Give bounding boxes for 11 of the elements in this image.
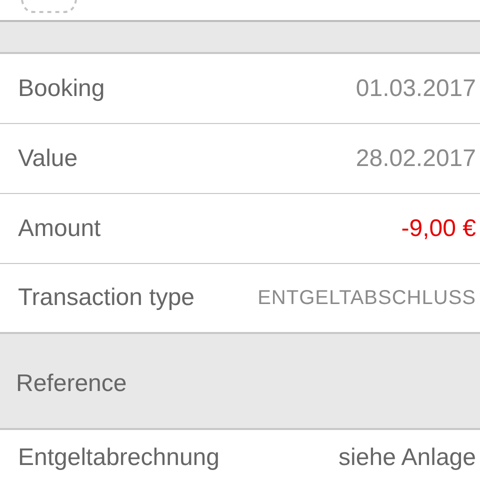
field-value: 01.03.2017 xyxy=(356,74,476,104)
field-value: 28.02.2017 xyxy=(356,144,476,174)
field-value: siehe Anlage xyxy=(338,443,476,473)
section-header: Reference xyxy=(16,369,127,399)
field-label: Entgeltabrechnung xyxy=(18,443,220,473)
field-value: ENTGELTABSCHLUSS xyxy=(258,286,476,311)
field-value: -9,00 € xyxy=(401,214,476,244)
field-label: Transaction type xyxy=(18,283,195,313)
field-label: Amount xyxy=(18,214,101,244)
field-label: Booking xyxy=(18,74,105,104)
field-label: Value xyxy=(18,144,78,174)
